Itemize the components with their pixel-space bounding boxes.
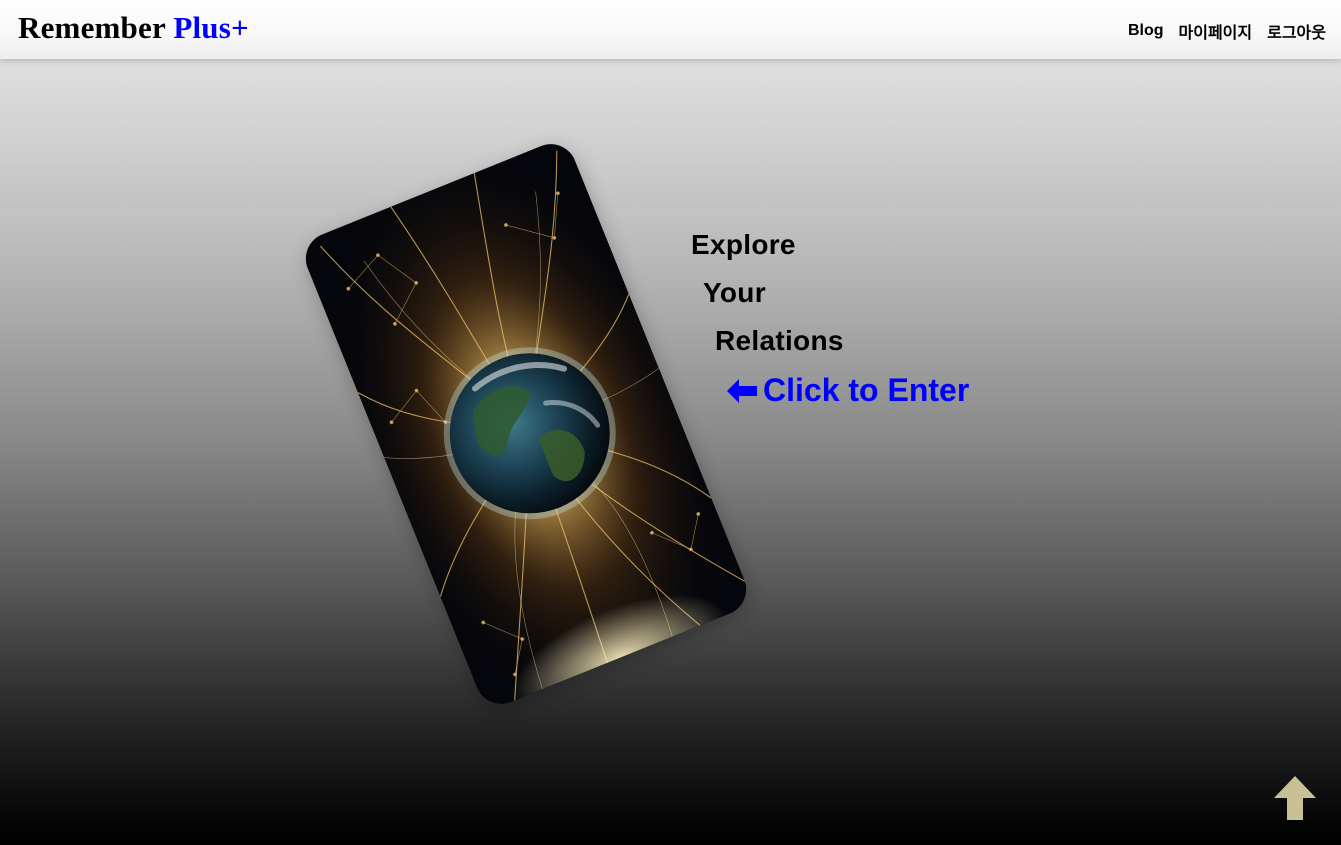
arrow-left-icon bbox=[727, 378, 757, 403]
headline-word-relations: Relations bbox=[715, 325, 844, 356]
nav-logout-link[interactable]: 로그아웃 bbox=[1267, 19, 1326, 43]
logo-text: Remember bbox=[18, 10, 174, 45]
site-logo[interactable]: Remember Plus+ bbox=[18, 10, 249, 46]
arrow-up-icon bbox=[1274, 776, 1316, 820]
earth-network-icon bbox=[298, 136, 754, 712]
earth-network-card[interactable] bbox=[298, 136, 754, 712]
nav-mypage-link[interactable]: 마이페이지 bbox=[1179, 19, 1253, 43]
click-to-enter-link[interactable]: Click to Enter bbox=[727, 372, 969, 409]
headline-word-your: Your bbox=[703, 277, 766, 308]
nav-blog-link[interactable]: Blog bbox=[1128, 22, 1164, 40]
headline-word-explore: Explore bbox=[691, 229, 796, 260]
logo-plus-text: Plus+ bbox=[173, 10, 249, 45]
click-to-enter-label: Click to Enter bbox=[763, 372, 970, 408]
top-nav: Blog 마이페이지 로그아웃 bbox=[1128, 19, 1326, 43]
scroll-to-top-button[interactable] bbox=[1274, 776, 1316, 820]
top-header: Remember Plus+ Blog 마이페이지 로그아웃 bbox=[0, 0, 1341, 59]
